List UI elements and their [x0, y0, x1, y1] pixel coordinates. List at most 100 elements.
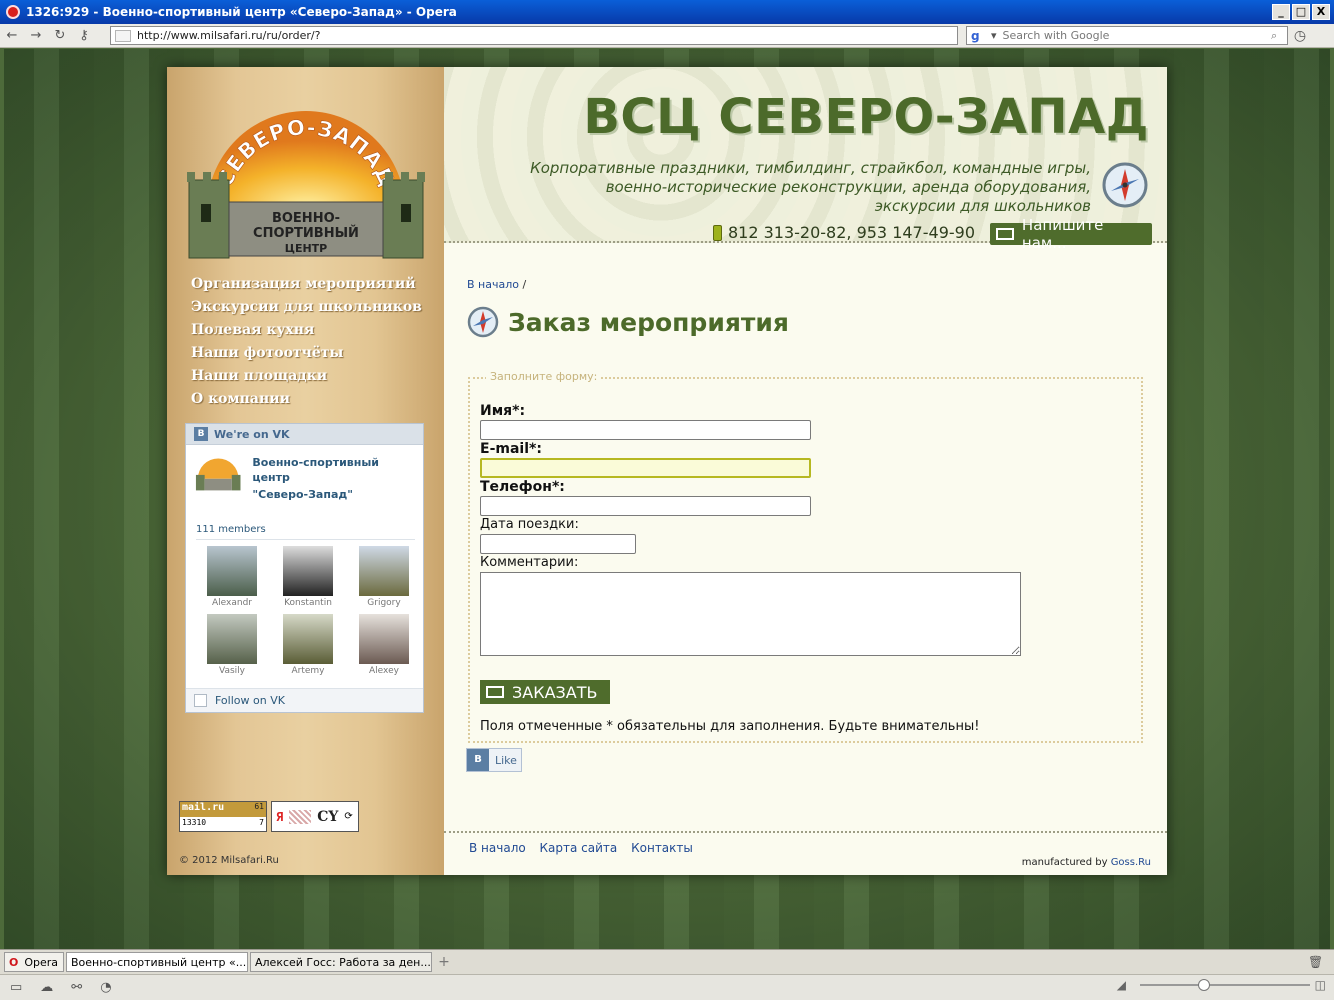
opera-menu-button[interactable]: O Opera — [4, 952, 64, 972]
menu-item-about[interactable]: О компании — [191, 388, 422, 411]
vk-follow-button[interactable]: Follow on VK — [186, 688, 423, 712]
vk-logo-icon: B — [194, 427, 208, 441]
order-submit-button[interactable]: ЗАКАЗАТЬ — [480, 680, 610, 704]
back-icon[interactable]: ← — [0, 28, 24, 43]
email-field-group: E-mail*: — [480, 441, 811, 478]
tab-alexey-goss[interactable]: Алексей Госс: Работа за ден... ✕ — [250, 952, 432, 972]
vk-member[interactable]: Artemy — [270, 614, 346, 676]
browser-toolbar: ← → ↻ ⚷ http://www.milsafari.ru/ru/order… — [0, 24, 1334, 48]
zoom-reset-icon[interactable]: ◫ — [1315, 978, 1326, 992]
close-tab-icon[interactable]: ✕ — [246, 955, 247, 969]
submit-label: ЗАКАЗАТЬ — [512, 682, 598, 702]
zoom-out-icon[interactable]: ◢ — [1117, 978, 1126, 992]
footer-link-sitemap[interactable]: Карта сайта — [540, 841, 618, 855]
maximize-button[interactable]: □ — [1292, 4, 1310, 20]
vk-member[interactable]: Alexey — [346, 614, 422, 676]
address-bar[interactable]: http://www.milsafari.ru/ru/order/? — [110, 26, 958, 45]
vk-group[interactable]: Военно-спортивный центр "Северо-Запад" — [186, 445, 423, 510]
like-label: Like — [495, 753, 517, 767]
member-photo[interactable] — [207, 546, 257, 596]
logo-line2: СПОРТИВНЫЙ — [253, 225, 359, 241]
menu-item-field-kitchen[interactable]: Полевая кухня — [191, 319, 422, 342]
forward-icon[interactable]: → — [24, 28, 48, 43]
tab-military-center[interactable]: Военно-спортивный центр «... ✕ — [66, 952, 248, 972]
vk-group-name-2[interactable]: "Северо-Запад" — [252, 487, 415, 502]
tab-label: Алексей Госс: Работа за ден... — [255, 955, 431, 969]
vk-member[interactable]: Alexandr — [194, 546, 270, 608]
vk-members-grid: Alexandr Konstantin Grigory Vasily Artem… — [194, 546, 423, 676]
footer-link-contacts[interactable]: Контакты — [631, 841, 693, 855]
site-title[interactable]: ВСЦ СЕВЕРО-ЗАПАД — [583, 89, 1149, 145]
key-icon[interactable]: ⚷ — [72, 28, 96, 43]
opera-logo-icon — [6, 5, 20, 19]
left-column: СЕВЕРО-ЗАПАД ВОЕННО- СПОРТИВНЫЙ ЦЕНТР Ор… — [167, 67, 444, 875]
mailru-label: mail.ru — [182, 802, 225, 813]
trash-icon[interactable]: 🗑 — [1308, 955, 1326, 969]
member-name: Artemy — [291, 666, 325, 676]
address-url: http://www.milsafari.ru/ru/order/? — [137, 29, 321, 42]
follow-checkbox[interactable] — [194, 694, 207, 707]
search-icon[interactable]: ⌕ — [1271, 29, 1287, 43]
close-button[interactable]: X — [1312, 4, 1330, 20]
member-name: Alexey — [369, 666, 399, 676]
tagline-line: экскурсии для школьников — [874, 197, 1091, 215]
zoom-slider-handle[interactable] — [1198, 979, 1210, 991]
menu-item-photo-reports[interactable]: Наши фотоотчёты — [191, 342, 422, 365]
member-photo[interactable] — [359, 614, 409, 664]
link-icon[interactable]: ⚯ — [71, 980, 82, 995]
vk-member[interactable]: Grigory — [346, 546, 422, 608]
counters: mail.ru 61 13310 7 Я CY ⟳ — [179, 801, 359, 832]
yandex-cy-counter[interactable]: Я CY ⟳ — [271, 801, 359, 832]
member-photo[interactable] — [359, 546, 409, 596]
vk-member[interactable]: Konstantin — [270, 546, 346, 608]
main-menu: Организация мероприятий Экскурсии для шк… — [191, 273, 422, 411]
vk-widget: B We're on VK Военно-спортивный центр "С… — [185, 423, 424, 713]
vk-members-count[interactable]: 111 members — [196, 524, 415, 540]
member-photo[interactable] — [283, 614, 333, 664]
member-photo[interactable] — [207, 614, 257, 664]
member-photo[interactable] — [283, 546, 333, 596]
name-input[interactable] — [480, 420, 811, 440]
search-engine-dropdown-icon[interactable]: ▾ — [991, 29, 997, 42]
new-tab-icon[interactable]: + — [434, 954, 454, 970]
member-name: Vasily — [219, 666, 245, 676]
reload-icon[interactable]: ↻ — [48, 28, 72, 43]
zoom-slider[interactable] — [1140, 979, 1310, 991]
refresh-icon: ⟳ — [344, 811, 353, 822]
search-box[interactable]: g ▾ Search with Google ⌕ — [966, 26, 1288, 45]
vk-like-button[interactable]: B Like — [466, 748, 522, 772]
vk-group-avatar[interactable] — [194, 453, 242, 491]
window-titlebar: 1326:929 - Военно-спортивный центр «Севе… — [0, 0, 1334, 24]
required-note: Поля отмеченные * обязательны для заполн… — [480, 719, 980, 734]
tagline-line: военно-исторические реконструкции, аренд… — [605, 178, 1091, 196]
manufactured-link[interactable]: Goss.Ru — [1111, 857, 1151, 868]
email-input[interactable] — [480, 458, 811, 478]
email-label: E-mail*: — [480, 441, 542, 457]
panel-toggle-icon[interactable]: ▭ — [10, 980, 22, 995]
footer-link-home[interactable]: В начало — [469, 841, 526, 855]
menu-item-excursions[interactable]: Экскурсии для школьников — [191, 296, 422, 319]
vk-widget-header[interactable]: B We're on VK — [186, 424, 423, 445]
minimize-button[interactable]: _ — [1272, 4, 1290, 20]
phone-icon — [712, 224, 722, 241]
mailru-counter[interactable]: mail.ru 61 13310 7 — [179, 801, 267, 832]
vk-member[interactable]: Vasily — [194, 614, 270, 676]
vk-group-name-1[interactable]: Военно-спортивный центр — [252, 455, 415, 485]
breadcrumb-home[interactable]: В начало — [467, 278, 519, 291]
unite-icon[interactable]: ☁ — [40, 980, 53, 995]
comments-textarea[interactable] — [480, 572, 1021, 656]
phone-numbers: 812 313-20-82, 953 147-49-90 — [712, 223, 975, 242]
date-input[interactable] — [480, 534, 636, 554]
menu-item-events[interactable]: Организация мероприятий — [191, 273, 422, 296]
member-name: Konstantin — [284, 598, 332, 608]
write-us-button[interactable]: Напишите нам... — [990, 216, 1152, 252]
mailru-small: 7 — [259, 818, 264, 827]
menu-item-venues[interactable]: Наши площадки — [191, 365, 422, 388]
close-tab-icon[interactable]: ✕ — [431, 955, 432, 969]
envelope-icon — [996, 228, 1014, 240]
turbo-icon[interactable]: ◔ — [100, 980, 111, 995]
site-logo[interactable]: СЕВЕРО-ЗАПАД ВОЕННО- СПОРТИВНЫЙ ЦЕНТР — [185, 92, 427, 260]
date-field-group: Дата поездки: — [480, 517, 636, 554]
speed-dial-icon[interactable]: ◷ — [1288, 28, 1312, 44]
phone-input[interactable] — [480, 496, 811, 516]
